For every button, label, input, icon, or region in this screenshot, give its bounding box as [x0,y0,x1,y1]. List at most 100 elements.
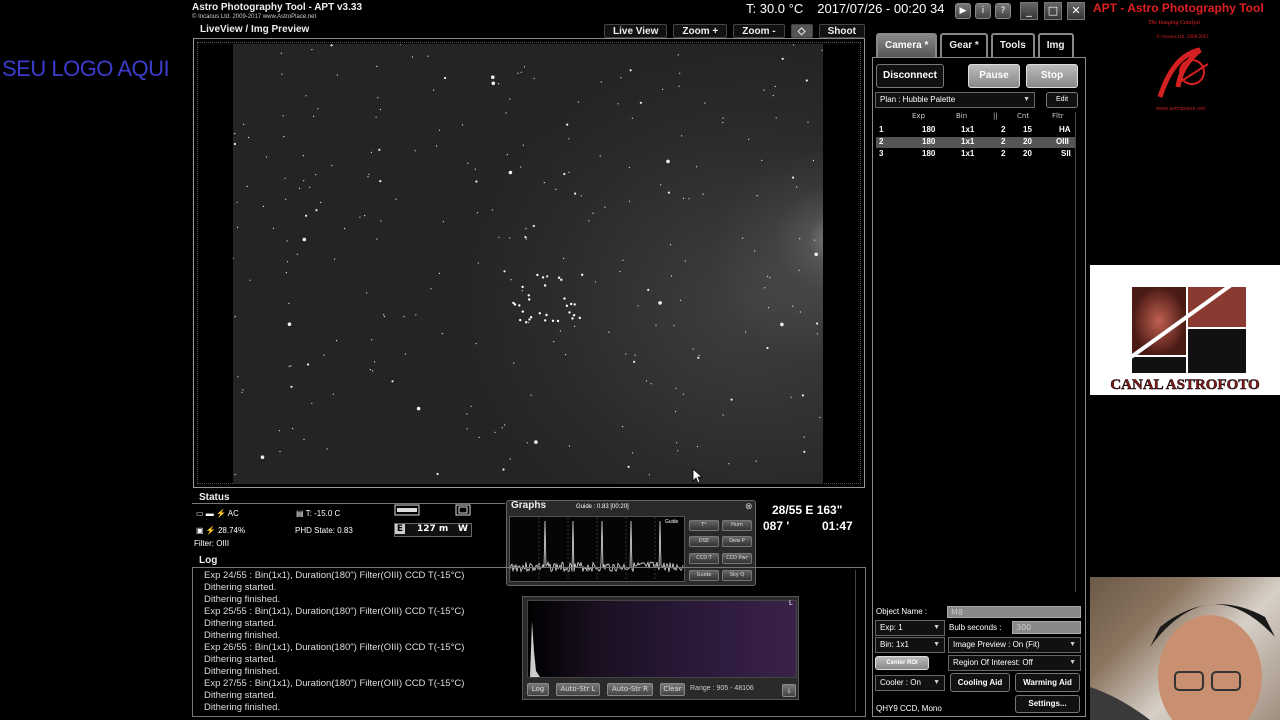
plan-row[interactable]: 1 180 1x1 2 15 HA [876,125,1076,136]
cluster-star [525,321,528,324]
cluster-star [512,301,515,305]
bin-select[interactable]: Bin: 1x1 [875,637,945,653]
minimize-button[interactable]: _ [1020,2,1038,20]
pause-button[interactable]: Pause [968,64,1020,88]
center-roi-button[interactable]: Center ROI [875,656,929,670]
plan-row[interactable]: 2 180 1x1 2 20 OIII [876,137,1076,148]
graph-temp-button[interactable]: T° [689,520,719,531]
help-icon[interactable]: ? [995,3,1011,19]
plan-col-exp: Exp [912,112,926,120]
settings-button[interactable]: Settings... [1015,695,1080,713]
focuser-position[interactable]: E 127 m W [394,523,472,537]
star [805,79,808,82]
star [309,186,311,188]
close-graphs-icon[interactable]: ⊗ [745,501,753,512]
star [633,360,636,363]
roi-select[interactable]: Region Of Interest: Off [948,655,1081,671]
star [679,72,681,74]
star [367,176,369,178]
maximize-button[interactable]: □ [1044,2,1062,20]
stop-button[interactable]: Stop [1026,64,1078,88]
graph-hum-button[interactable]: Hum [722,520,752,531]
warming-aid-button[interactable]: Warming Aid [1015,673,1080,692]
fit-icon[interactable]: ◇ [790,24,813,38]
star [427,55,429,57]
play-icon[interactable]: ▶ [955,3,971,19]
graph-ccdpwr-button[interactable]: CCD Pwr [722,553,752,564]
graph-dewp-button[interactable]: Dew P [722,536,752,547]
star [631,117,633,119]
image-preview-select[interactable]: Image Preview : On (Fit) [948,637,1081,653]
cluster-star [560,278,563,281]
star [628,200,631,202]
star [278,430,280,432]
live-view-button[interactable]: Live View [604,24,668,38]
star [769,277,771,279]
close-button[interactable]: ✕ [1067,2,1085,20]
star [509,98,511,100]
plan-row[interactable]: 3 180 1x1 2 20 SII [876,149,1076,160]
cooler-select[interactable]: Cooler : On [875,675,945,691]
plan-scrollbar[interactable] [1075,112,1083,592]
star [702,193,704,195]
star [234,473,236,476]
cluster-star [527,294,530,297]
star [763,89,765,91]
star [533,77,535,80]
star [332,393,334,395]
star [287,261,289,263]
shoot-button[interactable]: Shoot [818,24,865,38]
star [509,237,511,239]
edit-plan-button[interactable]: Edit [1046,92,1078,108]
tab-camera[interactable]: Camera * [876,33,938,57]
histogram-plot[interactable] [527,600,797,678]
star [780,322,784,327]
star [814,252,818,257]
star [722,414,724,416]
histogram-range: Range : 905 - 48106 [690,685,754,692]
histogram-log-button[interactable]: Log [527,683,549,696]
star [812,159,815,162]
temperature: T: 30.0 °C [746,1,804,16]
auto-stretch-l-button[interactable]: Auto-Str L [556,683,600,696]
star [282,115,284,117]
graph-dse-button[interactable]: DSE [689,536,719,547]
tab-tools[interactable]: Tools [990,33,1035,57]
graph-ccdt-button[interactable]: CCD T [689,553,719,564]
plan-row-exp: 180 [922,137,936,146]
log-scrollbar[interactable] [855,570,863,712]
star [627,465,630,468]
zoom-in-button[interactable]: Zoom + [673,24,728,38]
bulb-seconds-input[interactable]: 300 [1012,621,1081,634]
star [592,212,594,214]
focuser-controls[interactable] [394,503,472,517]
cooling-aid-button[interactable]: Cooling Aid [950,673,1010,692]
histogram-clear-button[interactable]: Clear [660,683,685,696]
star [234,133,236,135]
preview-label: LiveView / Img Preview [200,24,310,35]
object-name-input[interactable]: M8 [947,606,1081,618]
thermometer-icon: ▤ [296,509,304,518]
zoom-out-button[interactable]: Zoom - [733,24,785,38]
star [530,394,532,396]
star [503,270,506,273]
star [680,299,682,301]
tab-img[interactable]: Img [1037,33,1074,57]
exp-select[interactable]: Exp: 1 [875,620,945,636]
tab-gear[interactable]: Gear * [940,33,988,57]
app-title: Astro Photography Tool - APT v3.33 [192,2,363,13]
cluster-star [528,298,531,301]
star [288,365,290,367]
star [510,279,512,281]
star [563,172,566,176]
star [243,123,245,125]
info-icon[interactable]: i [975,3,991,19]
star [395,198,397,200]
star [816,322,819,325]
webcam-overlay [1090,577,1280,720]
disconnect-button[interactable]: Disconnect [876,64,944,88]
histogram-expand-icon[interactable]: ⤓ [782,684,796,697]
plan-select[interactable]: Plan : Hubble Palette [875,92,1035,108]
auto-stretch-r-button[interactable]: Auto-Str R [607,683,653,696]
log-line: Dithering finished. [204,666,281,677]
